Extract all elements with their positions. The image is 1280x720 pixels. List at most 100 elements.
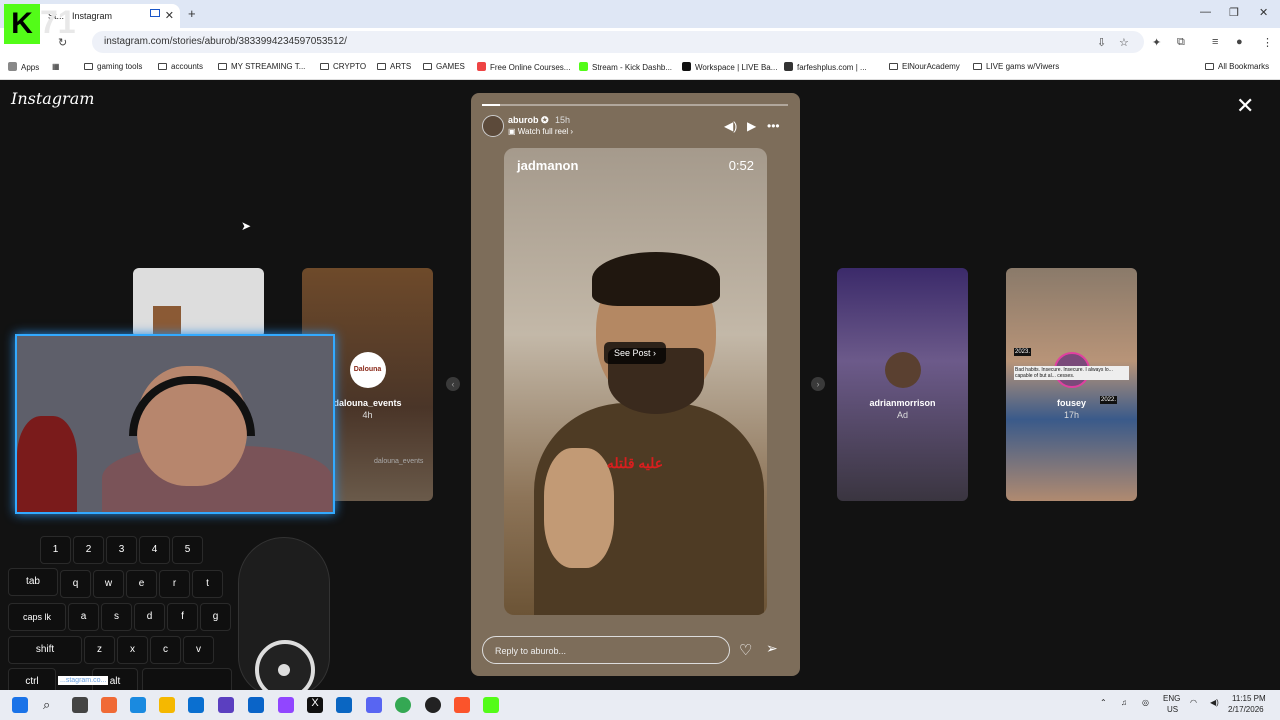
folder-icon	[423, 63, 432, 70]
edge-icon[interactable]	[130, 697, 146, 713]
tab-close-icon[interactable]: ✕	[165, 9, 174, 22]
folder-icon	[1205, 63, 1214, 70]
bookmark-accounts[interactable]: accounts	[158, 62, 203, 71]
outlook-icon[interactable]	[248, 697, 264, 713]
story-avatar[interactable]	[482, 115, 504, 137]
send-icon[interactable]: ➢	[766, 640, 778, 657]
status-bar-url: ...stagram.co...	[58, 676, 109, 685]
task-view-icon[interactable]	[72, 697, 88, 713]
bookmark-kick-dashboard[interactable]: Stream - Kick Dashb...	[579, 62, 672, 72]
courses-favicon	[477, 62, 486, 71]
cam-chair	[17, 416, 77, 512]
mouse-click-dot	[278, 664, 290, 676]
minimize-icon[interactable]: —	[1200, 6, 1211, 18]
language-code[interactable]: ENG	[1163, 694, 1180, 703]
overlay-caption: Bad habits. Insecure. Insecure. I always…	[1014, 366, 1129, 380]
apps-grid-icon	[8, 62, 17, 71]
prev-story-arrow-icon[interactable]: ‹	[446, 377, 460, 391]
more-options-icon[interactable]: •••	[767, 119, 780, 133]
key-z: z	[84, 636, 115, 664]
brave-icon[interactable]	[454, 697, 470, 713]
network-icon[interactable]: ◎	[1142, 698, 1149, 707]
wifi-icon[interactable]: ◠	[1190, 698, 1197, 707]
twitch-icon[interactable]	[278, 697, 294, 713]
folder-icon	[84, 63, 93, 70]
bookmark-streaming[interactable]: MY STREAMING T...	[218, 62, 305, 71]
key-c: c	[150, 636, 181, 664]
teams-icon[interactable]	[218, 697, 234, 713]
bookmark-all[interactable]: All Bookmarks	[1205, 62, 1269, 71]
bookmark-apps[interactable]: Apps	[8, 62, 39, 72]
chrome-icon[interactable]	[395, 697, 411, 713]
bookmark-star-icon[interactable]: ☆	[1119, 36, 1129, 49]
key-r: r	[159, 570, 190, 598]
bookmark-live-games[interactable]: LIVE gams w/Viwers	[973, 62, 1059, 71]
url-field[interactable]: instagram.com/stories/aburob/38339942345…	[92, 31, 1144, 53]
clock-time[interactable]: 11:15 PM	[1232, 694, 1266, 703]
file-explorer-icon[interactable]	[159, 697, 175, 713]
kick-app-icon[interactable]	[483, 697, 499, 713]
story-thumb-adrianmorrison[interactable]: adrianmorrison Ad	[837, 268, 968, 501]
search-icon[interactable]: ⌕	[43, 697, 59, 713]
menu-kebab-icon[interactable]: ⋮	[1262, 36, 1273, 49]
tab-cast-icon[interactable]	[150, 9, 160, 17]
start-icon[interactable]	[12, 697, 28, 713]
bookmark-gaming-tools[interactable]: gaming tools	[84, 62, 142, 71]
tray-chevron-icon[interactable]: ⌃	[1100, 698, 1107, 707]
reply-placeholder: Reply to aburob...	[495, 646, 567, 656]
store-icon[interactable]	[188, 697, 204, 713]
thumb-image	[153, 306, 181, 336]
story-thumb-fousey[interactable]: 2023. 2022. Bad habits. Insecure. Insecu…	[1006, 268, 1137, 501]
profile-avatar-icon[interactable]: ●	[1236, 36, 1243, 48]
volume-icon[interactable]: ◀)	[1210, 698, 1219, 707]
restore-icon[interactable]: ❐	[1229, 6, 1239, 19]
region-code: US	[1167, 705, 1179, 714]
media-control-icon[interactable]: ≡	[1212, 36, 1218, 48]
workspace-favicon	[682, 62, 691, 71]
tab-grid-icon[interactable]: ▦	[52, 62, 60, 71]
folder-icon	[320, 63, 329, 70]
next-story-arrow-icon[interactable]: ›	[811, 377, 825, 391]
bookmark-arts[interactable]: ARTS	[377, 62, 411, 71]
play-icon[interactable]: ▶	[747, 119, 756, 133]
webcam-overlay	[15, 334, 335, 514]
new-tab-icon[interactable]: +	[188, 6, 196, 21]
discord-icon[interactable]	[366, 697, 382, 713]
bookmark-elnour[interactable]: ElNourAcademy	[889, 62, 960, 71]
like-heart-icon[interactable]: ♡	[739, 641, 752, 659]
bookmark-workspace[interactable]: Workspace | LIVE Ba...	[682, 62, 777, 72]
extension-icon[interactable]: ✦	[1152, 36, 1161, 49]
folder-icon	[218, 63, 227, 70]
install-app-icon[interactable]: ⇩	[1097, 36, 1106, 49]
video-person-hair	[592, 252, 720, 306]
story-name: fousey	[1056, 398, 1086, 408]
extensions-puzzle-icon[interactable]: ⧉	[1177, 36, 1185, 49]
bookmark-crypto[interactable]: CRYPTO	[320, 62, 366, 71]
x-icon[interactable]: X	[307, 697, 323, 713]
key-g: g	[200, 603, 231, 631]
story-viewer[interactable]: aburob ✪ 15h ▣ Watch full reel › ◀) ▶ ••…	[471, 93, 800, 676]
key-t: t	[192, 570, 223, 598]
bookmark-free-courses[interactable]: Free Online Courses...	[477, 62, 570, 72]
avatar-adrianmorrison	[884, 352, 921, 388]
key-x: x	[117, 636, 148, 664]
linkedin-icon[interactable]	[336, 697, 352, 713]
close-window-icon[interactable]: ✕	[1259, 6, 1268, 19]
firefox-icon[interactable]	[101, 697, 117, 713]
obs-icon[interactable]	[425, 697, 441, 713]
story-thumb-previous[interactable]	[133, 268, 264, 338]
overlay-year-2023: 2023.	[1014, 348, 1032, 356]
mic-icon[interactable]: ♫	[1121, 698, 1127, 707]
mute-icon[interactable]: ◀)	[724, 119, 737, 133]
watch-full-reel-link[interactable]: ▣ Watch full reel ›	[508, 127, 573, 136]
instagram-logo[interactable]: Instagram	[11, 89, 94, 108]
see-post-button[interactable]: See Post ›	[604, 342, 666, 364]
close-story-icon[interactable]: ✕	[1236, 93, 1254, 119]
key-tab: tab	[8, 568, 58, 596]
bookmark-games[interactable]: GAMES	[423, 62, 465, 71]
story-username[interactable]: aburob ✪	[508, 115, 549, 126]
reply-input[interactable]: Reply to aburob...	[482, 636, 730, 664]
bookmark-farfeshplus[interactable]: farfeshplus.com | ...	[784, 62, 867, 72]
story-video[interactable]: jadmanon 0:52	[504, 148, 767, 615]
key-a: a	[68, 603, 99, 631]
